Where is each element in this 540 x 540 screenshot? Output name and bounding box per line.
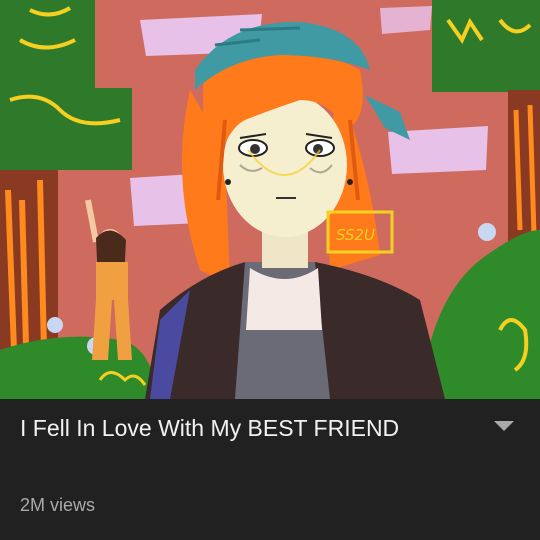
expand-button[interactable] bbox=[486, 415, 522, 439]
video-thumbnail[interactable]: SS2U bbox=[0, 0, 540, 399]
chevron-down-icon bbox=[494, 421, 514, 431]
view-count: 2M views bbox=[20, 495, 96, 515]
video-title[interactable]: I Fell In Love With My BEST FRIEND bbox=[20, 410, 460, 446]
video-info: I Fell In Love With My BEST FRIEND 2M vi… bbox=[0, 399, 540, 540]
thumbnail-illustration: SS2U bbox=[0, 0, 540, 399]
thumbnail-signature: SS2U bbox=[336, 226, 375, 244]
